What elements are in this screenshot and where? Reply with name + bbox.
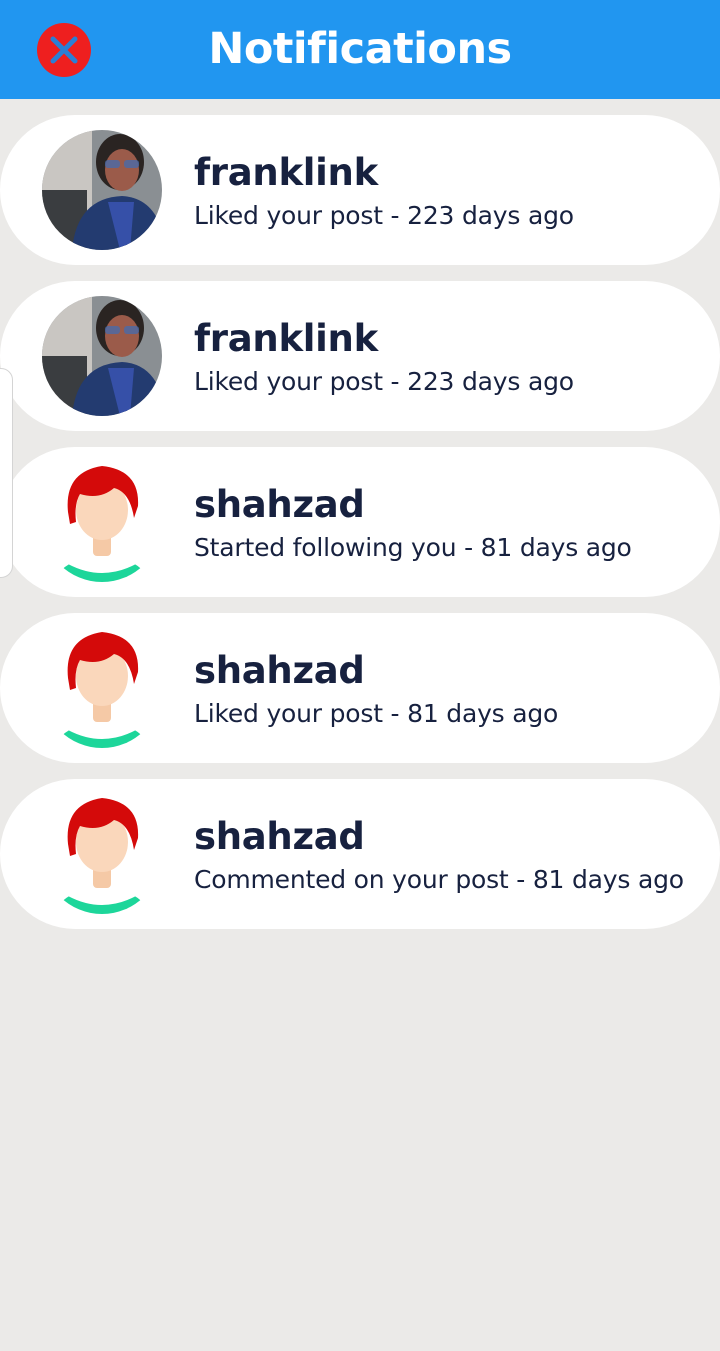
- notification-message: Started following you - 81 days ago: [194, 533, 632, 562]
- notification-message: Liked your post - 81 days ago: [194, 699, 559, 728]
- default-avatar-icon: [42, 462, 162, 582]
- default-avatar-icon: [42, 794, 162, 914]
- notification-username: franklink: [194, 317, 378, 360]
- avatar[interactable]: [42, 296, 162, 416]
- default-avatar-icon: [42, 628, 162, 748]
- notification-item[interactable]: shahzad Started following you - 81 days …: [0, 447, 720, 597]
- avatar[interactable]: [42, 794, 162, 914]
- notification-item[interactable]: shahzad Commented on your post - 81 days…: [0, 779, 720, 929]
- notification-message: Commented on your post - 81 days ago: [194, 865, 684, 894]
- notification-username: shahzad: [194, 649, 365, 692]
- notification-item[interactable]: franklink Liked your post - 223 days ago: [0, 281, 720, 431]
- avatar[interactable]: [42, 628, 162, 748]
- notification-message: Liked your post - 223 days ago: [194, 201, 574, 230]
- notification-username: franklink: [194, 151, 378, 194]
- notification-item[interactable]: franklink Liked your post - 223 days ago: [0, 115, 720, 265]
- notification-item[interactable]: shahzad Liked your post - 81 days ago: [0, 613, 720, 763]
- user-photo-icon: [42, 296, 162, 416]
- app-header: Notifications: [0, 0, 720, 99]
- user-photo-icon: [42, 130, 162, 250]
- notification-username: shahzad: [194, 483, 365, 526]
- avatar[interactable]: [42, 130, 162, 250]
- notification-message: Liked your post - 223 days ago: [194, 367, 574, 396]
- notification-list: franklink Liked your post - 223 days ago…: [0, 115, 720, 945]
- notification-username: shahzad: [194, 815, 365, 858]
- avatar[interactable]: [42, 462, 162, 582]
- side-drawer-handle[interactable]: [0, 368, 13, 578]
- page-title: Notifications: [208, 24, 512, 74]
